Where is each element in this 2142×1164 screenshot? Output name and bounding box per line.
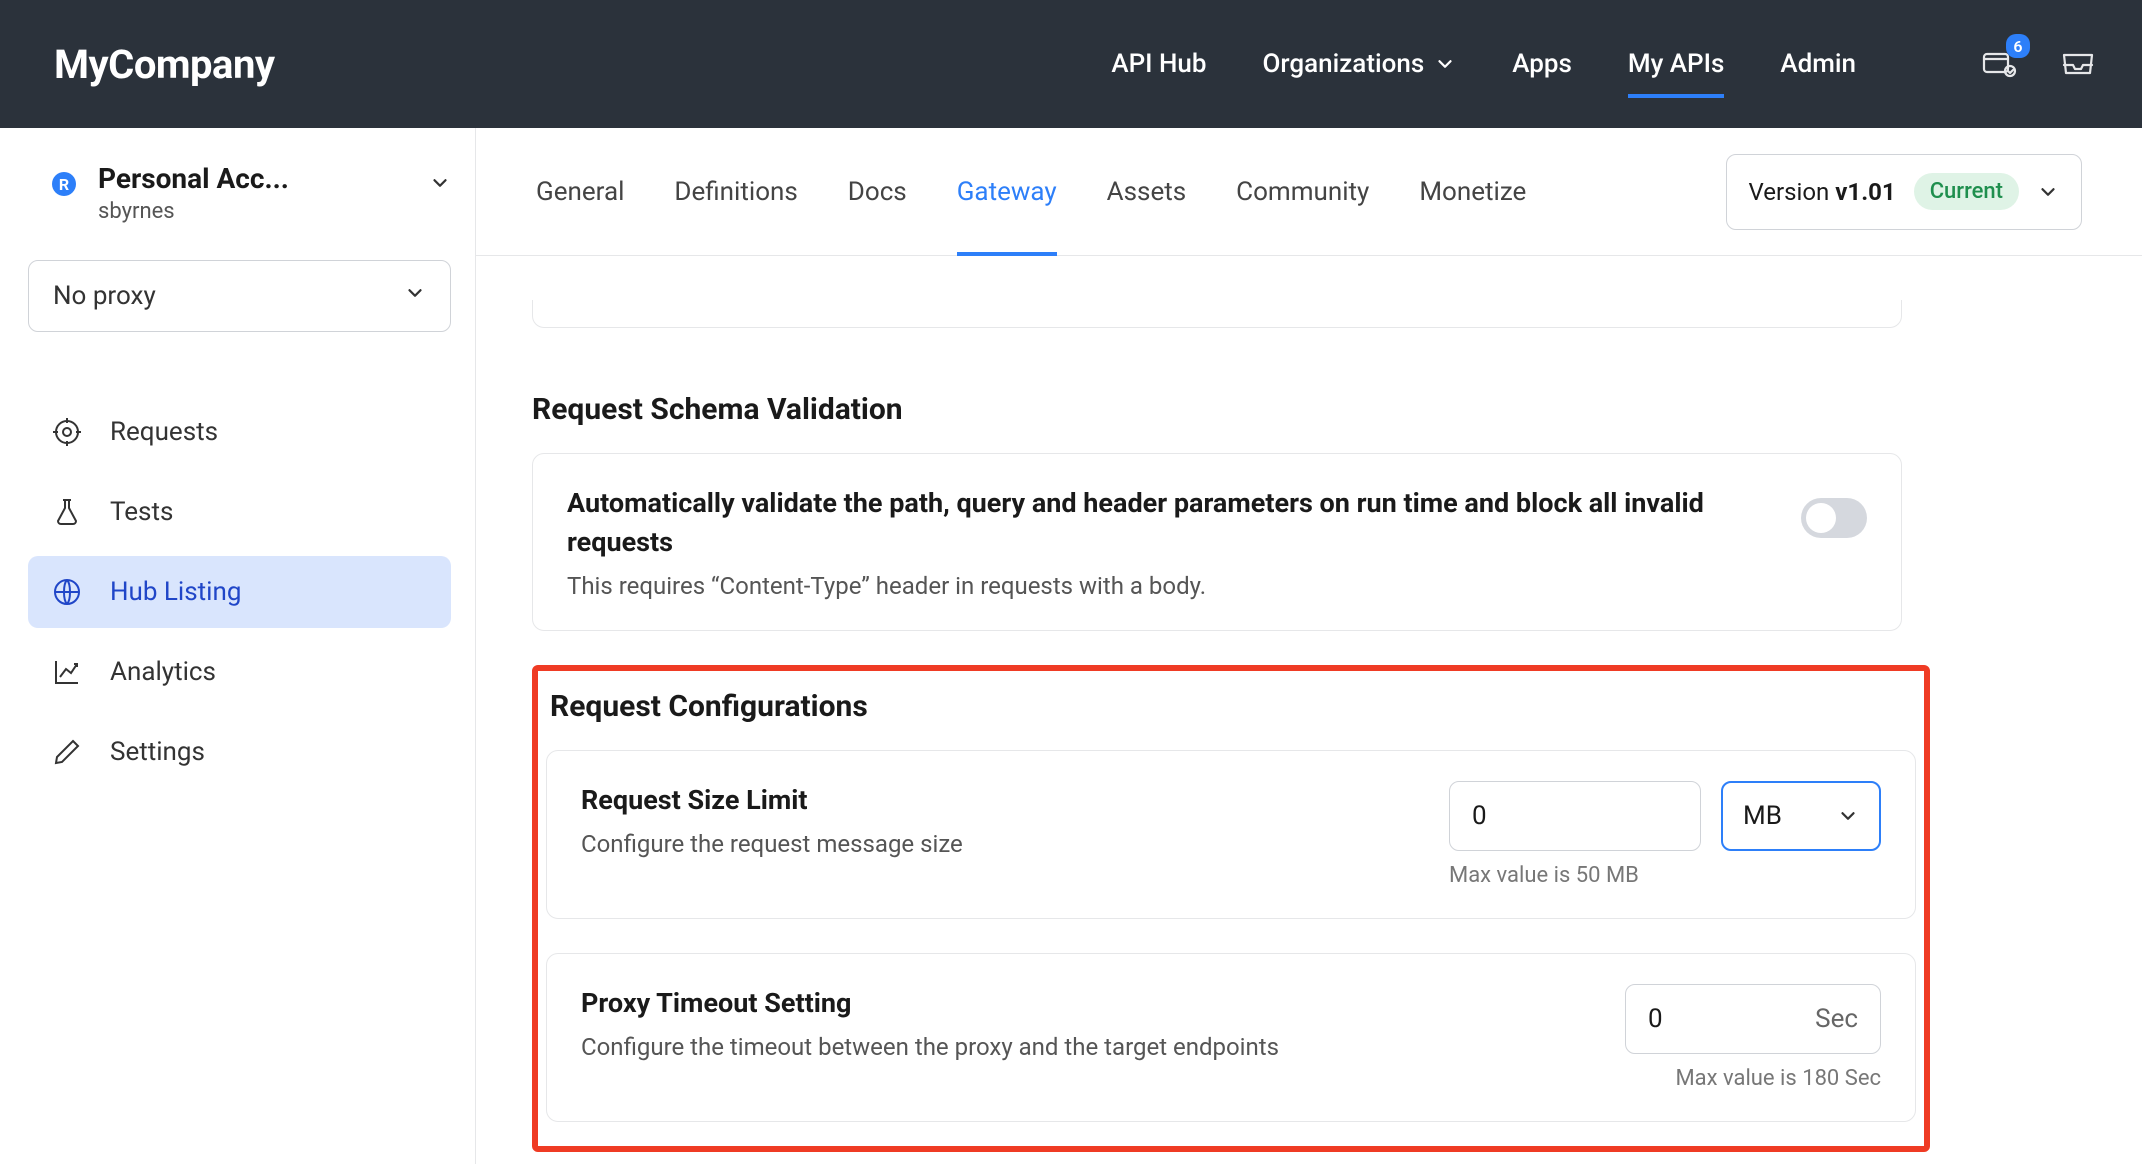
sidebar-item-requests[interactable]: Requests: [28, 396, 451, 468]
request-size-unit-select[interactable]: MB: [1721, 781, 1881, 851]
pencil-icon: [52, 737, 82, 767]
nav-admin-label: Admin: [1780, 0, 1856, 128]
nav-my-apis-label: My APIs: [1628, 0, 1725, 128]
chevron-down-icon: [2037, 181, 2059, 203]
account-text: Personal Acc... sbyrnes: [98, 162, 407, 224]
sidebar-item-tests[interactable]: Tests: [28, 476, 451, 548]
sidebar-nav: Requests Tests Hub Listing Analytics Set…: [28, 396, 451, 788]
notifications-icon[interactable]: 6: [1980, 44, 2020, 84]
chart-icon: [52, 657, 82, 687]
chevron-down-icon: [404, 281, 426, 311]
card-title: Proxy Timeout Setting: [581, 984, 1595, 1023]
content-area: Request Schema Validation Automatically …: [476, 256, 2142, 1164]
tab-definitions[interactable]: Definitions: [674, 128, 797, 255]
tab-general[interactable]: General: [536, 128, 624, 255]
target-icon: [52, 417, 82, 447]
schema-validation-toggle[interactable]: [1801, 498, 1867, 538]
tab-label: Community: [1236, 177, 1369, 207]
header-icon-group: 6: [1980, 44, 2098, 84]
section-title-schema-validation: Request Schema Validation: [532, 392, 2082, 427]
size-limit-controls: 0 MB Max value is 50 MB: [1449, 781, 1881, 888]
tab-label: Docs: [848, 177, 907, 207]
chevron-down-icon: [1434, 53, 1456, 75]
sidebar-item-settings[interactable]: Settings: [28, 716, 451, 788]
globe-icon: [52, 577, 82, 607]
sidebar-item-analytics[interactable]: Analytics: [28, 636, 451, 708]
nav-admin[interactable]: Admin: [1780, 0, 1856, 128]
input-value: 0: [1648, 1004, 1663, 1034]
tab-label: Definitions: [674, 177, 797, 207]
global-header: MyCompany API Hub Organizations Apps My …: [0, 0, 2142, 128]
chevron-down-icon: [429, 172, 451, 198]
tab-label: Gateway: [957, 177, 1057, 207]
tab-monetize[interactable]: Monetize: [1419, 128, 1526, 255]
card-subtitle: This requires “Content-Type” header in r…: [567, 572, 1771, 600]
nav-api-hub[interactable]: API Hub: [1111, 0, 1206, 128]
nav-api-hub-label: API Hub: [1111, 0, 1206, 128]
timeout-controls: 0 Sec Max value is 180 Sec: [1625, 984, 1881, 1091]
tab-gateway[interactable]: Gateway: [957, 128, 1057, 255]
section-title-request-config: Request Configurations: [550, 689, 1916, 724]
nav-apps-label: Apps: [1512, 0, 1572, 128]
tab-community[interactable]: Community: [1236, 128, 1369, 255]
input-value: 0: [1472, 801, 1487, 831]
proxy-select[interactable]: No proxy: [28, 260, 451, 332]
nav-my-apis[interactable]: My APIs: [1628, 0, 1725, 128]
size-limit-hint: Max value is 50 MB: [1449, 863, 1881, 888]
tab-bar: General Definitions Docs Gateway Assets …: [476, 128, 2142, 256]
sidebar-item-label: Settings: [110, 737, 205, 767]
proxy-timeout-input[interactable]: 0 Sec: [1625, 984, 1881, 1054]
version-label: Version v1.01: [1749, 178, 1896, 206]
chevron-down-icon: [1837, 805, 1859, 827]
sidebar-item-label: Hub Listing: [110, 577, 241, 607]
collapsed-card-edge: [532, 300, 1902, 328]
card-text: Request Size Limit Configure the request…: [581, 781, 1419, 858]
tab-assets[interactable]: Assets: [1107, 128, 1187, 255]
card-subtitle: Configure the timeout between the proxy …: [581, 1033, 1595, 1061]
request-configurations-highlight: Request Configurations Request Size Limi…: [532, 665, 1930, 1152]
flask-icon: [52, 497, 82, 527]
sidebar-item-label: Analytics: [110, 657, 216, 687]
tab-docs[interactable]: Docs: [848, 128, 907, 255]
inbox-icon[interactable]: [2058, 44, 2098, 84]
avatar: R: [52, 172, 76, 196]
notification-badge: 6: [2006, 34, 2030, 58]
unit-select-label: MB: [1743, 801, 1782, 831]
sidebar-item-label: Tests: [110, 497, 173, 527]
sidebar-item-label: Requests: [110, 417, 218, 447]
main: General Definitions Docs Gateway Assets …: [476, 128, 2142, 1164]
tab-label: Monetize: [1419, 177, 1526, 207]
tab-label: Assets: [1107, 177, 1187, 207]
request-size-limit-card: Request Size Limit Configure the request…: [546, 750, 1916, 919]
timeout-hint: Max value is 180 Sec: [1625, 1066, 1881, 1091]
header-nav: API Hub Organizations Apps My APIs Admin…: [275, 0, 2098, 128]
request-size-input[interactable]: 0: [1449, 781, 1701, 851]
card-title: Request Size Limit: [581, 781, 1419, 820]
card-subtitle: Configure the request message size: [581, 830, 1419, 858]
card-title: Automatically validate the path, query a…: [567, 484, 1771, 562]
proxy-timeout-card: Proxy Timeout Setting Configure the time…: [546, 953, 1916, 1122]
card-text: Proxy Timeout Setting Configure the time…: [581, 984, 1595, 1061]
nav-organizations[interactable]: Organizations: [1263, 0, 1457, 128]
proxy-select-label: No proxy: [53, 281, 156, 311]
account-switcher[interactable]: R Personal Acc... sbyrnes: [28, 162, 451, 224]
version-current-badge: Current: [1914, 173, 2019, 210]
account-username: sbyrnes: [98, 199, 407, 224]
input-unit-suffix: Sec: [1815, 1004, 1858, 1034]
sidebar: R Personal Acc... sbyrnes No proxy Reque…: [0, 128, 476, 1164]
nav-organizations-label: Organizations: [1263, 0, 1425, 128]
card-text: Automatically validate the path, query a…: [567, 484, 1771, 600]
sidebar-item-hub-listing[interactable]: Hub Listing: [28, 556, 451, 628]
nav-apps[interactable]: Apps: [1512, 0, 1572, 128]
brand-logo[interactable]: MyCompany: [54, 41, 275, 88]
version-selector[interactable]: Version v1.01 Current: [1726, 154, 2082, 230]
account-title: Personal Acc...: [98, 162, 348, 195]
tab-label: General: [536, 177, 624, 207]
schema-validation-card: Automatically validate the path, query a…: [532, 453, 1902, 631]
